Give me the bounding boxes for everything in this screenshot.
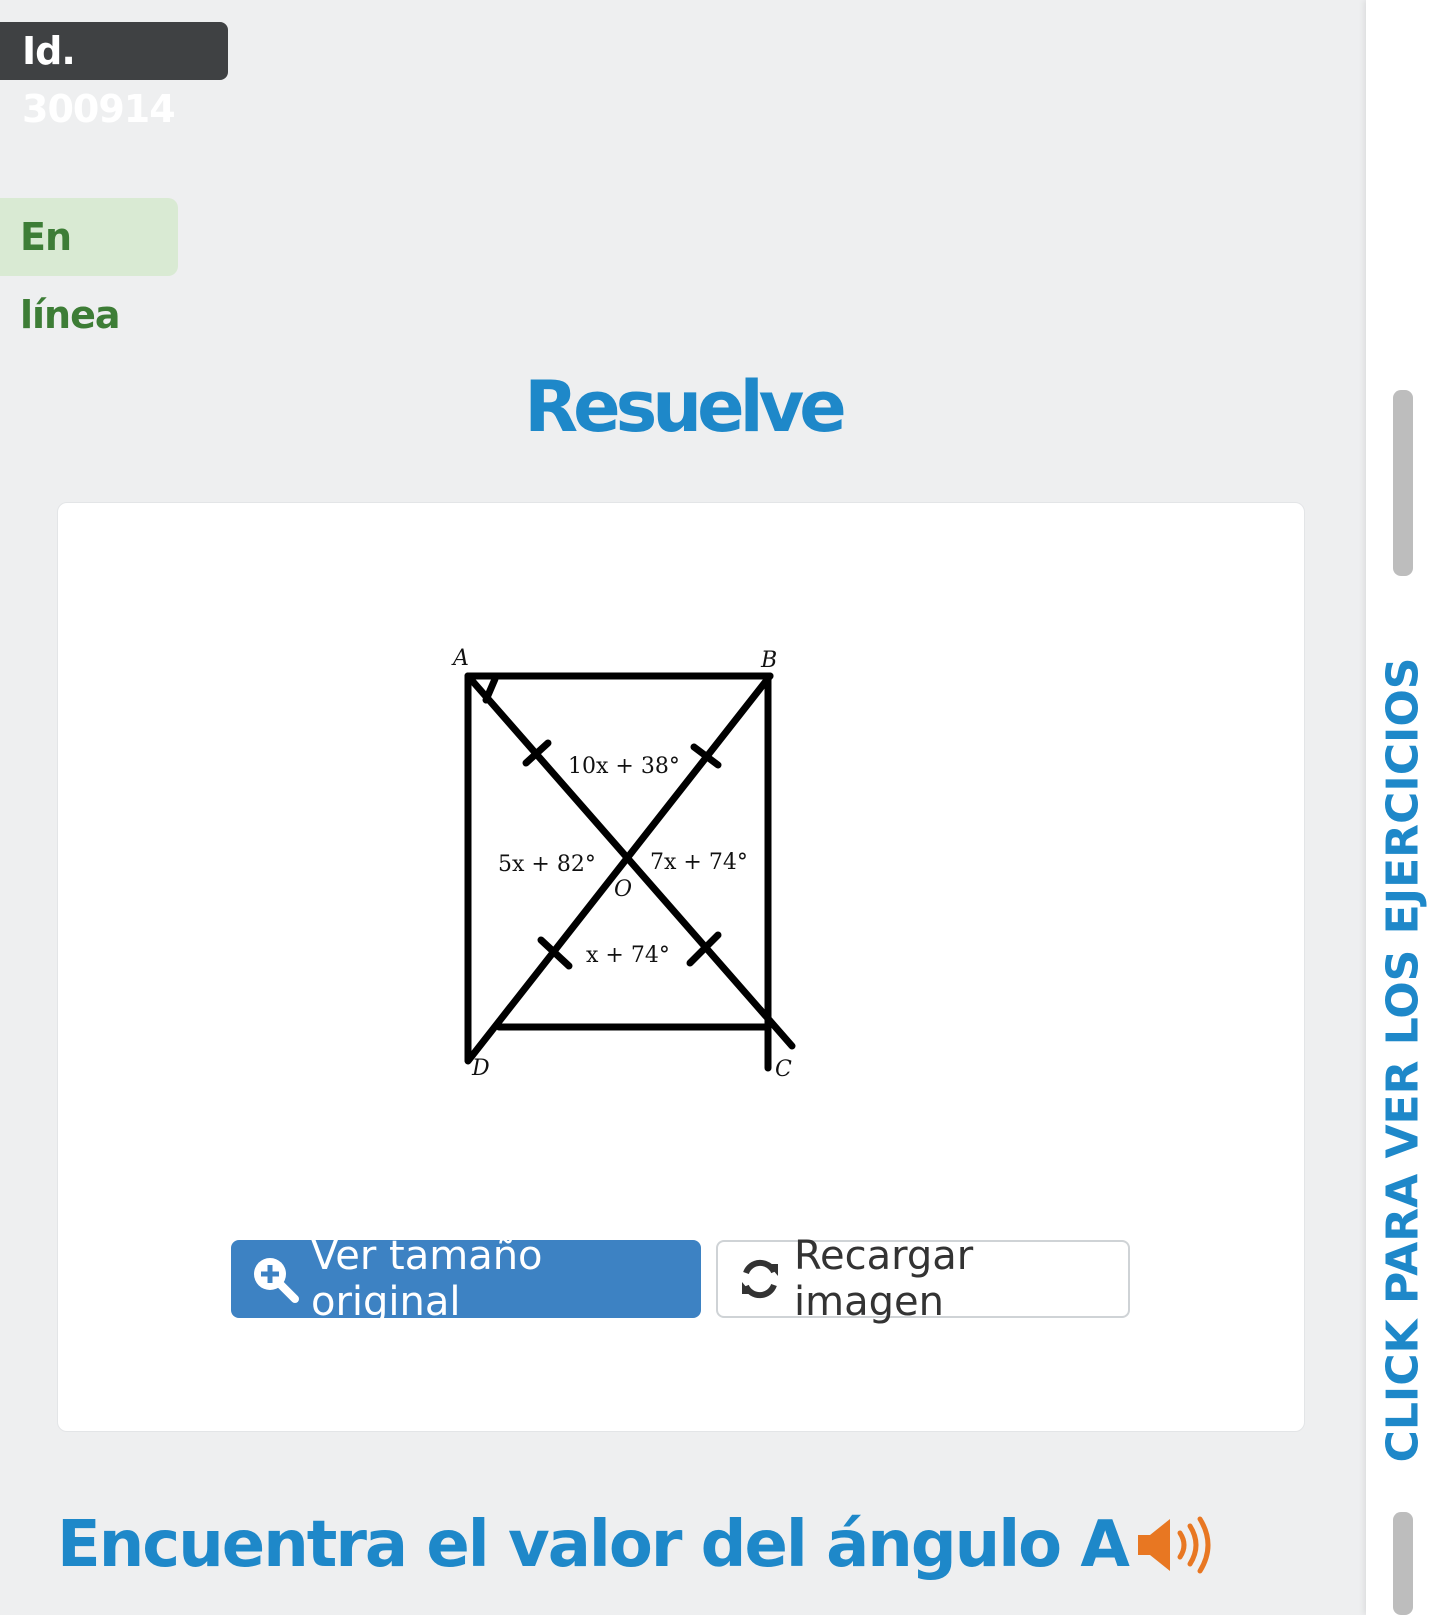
side-panel-handle	[1393, 1512, 1413, 1615]
question-text: Encuentra el valor del ángulo A	[57, 1508, 1220, 1582]
geometry-figure: A B C D O 10x + 38° 5x + 82° 7x + 74° x …	[428, 613, 798, 1083]
vertex-label-d: D	[471, 1056, 490, 1081]
exercise-id-badge: Id. 300914	[0, 22, 228, 131]
exercise-card: A B C D O 10x + 38° 5x + 82° 7x + 74° x …	[57, 502, 1305, 1432]
reload-image-button[interactable]: Recargar imagen	[716, 1233, 1130, 1325]
vertex-label-a: A	[451, 646, 469, 671]
reload-image-label: Recargar imagen	[794, 1233, 974, 1325]
speaker-icon[interactable]	[1132, 1513, 1220, 1577]
status-badge: En línea	[0, 198, 178, 337]
angle-label-top: 10x + 38°	[568, 754, 680, 779]
refresh-icon	[738, 1257, 782, 1301]
vertex-label-c: C	[775, 1057, 792, 1082]
angle-label-bottom: x + 74°	[586, 943, 670, 968]
page-title: Resuelve	[524, 366, 846, 448]
vertex-label-b: B	[760, 648, 777, 673]
view-original-button[interactable]: Ver tamaño original	[231, 1233, 701, 1325]
angle-label-right: 7x + 74°	[650, 850, 748, 875]
question-label: Encuentra el valor del ángulo A	[57, 1508, 1130, 1582]
center-label: O	[614, 877, 632, 902]
angle-label-left: 5x + 82°	[498, 852, 596, 877]
view-original-label: Ver tamaño original	[311, 1233, 543, 1325]
angle-mark-a	[482, 675, 499, 704]
zoom-in-icon	[251, 1255, 299, 1303]
view-exercises-link[interactable]: CLICK PARA VER LOS EJERCICIOS	[1378, 658, 1429, 1463]
side-panel-handle	[1393, 390, 1413, 576]
